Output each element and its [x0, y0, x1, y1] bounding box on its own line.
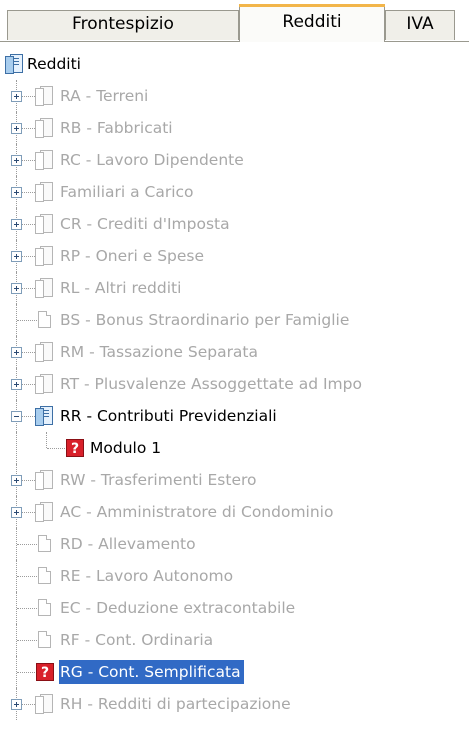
- tree-item-rt[interactable]: RT - Plusvalenze Assoggettate ad Impo: [0, 368, 469, 400]
- tree-item-rw[interactable]: RW - Trasferimenti Estero: [0, 464, 469, 496]
- tree-item-re[interactable]: RE - Lavoro Autonomo: [0, 560, 469, 592]
- tree-item-label: EC - Deduzione extracontabile: [60, 599, 296, 617]
- tree-item-bs[interactable]: BS - Bonus Straordinario per Famiglie: [0, 304, 469, 336]
- tab-frontespizio[interactable]: Frontespizio: [7, 10, 239, 40]
- book-closed-icon: [35, 470, 53, 490]
- tree-item-ra[interactable]: RA - Terreni: [0, 80, 469, 112]
- tree-item-familiari[interactable]: Familiari a Carico: [0, 176, 469, 208]
- tree-item-rh[interactable]: RH - Redditi di partecipazione: [0, 688, 469, 720]
- tree-item-ac[interactable]: AC - Amministratore di Condominio: [0, 496, 469, 528]
- book-closed-icon: [35, 374, 53, 394]
- tree-item-label: RF - Cont. Ordinaria: [60, 631, 214, 649]
- document-icon: [38, 311, 51, 328]
- tree-item-label: RD - Allevamento: [60, 535, 196, 553]
- tree-item-label: RW - Trasferimenti Estero: [60, 471, 257, 489]
- tree-item-label: Modulo 1: [90, 439, 162, 457]
- tree-connector: [46, 432, 47, 448]
- collapse-minus-icon[interactable]: [11, 411, 22, 422]
- expand-plus-icon[interactable]: [11, 251, 22, 262]
- tree-item-label: BS - Bonus Straordinario per Famiglie: [60, 311, 350, 329]
- document-icon: [38, 567, 51, 584]
- book-closed-icon: [35, 150, 53, 170]
- tree-item-label: RP - Oneri e Spese: [60, 247, 205, 265]
- tree-connector: [17, 640, 37, 641]
- book-closed-icon: [35, 214, 53, 234]
- document-icon: [38, 535, 51, 552]
- expand-plus-icon[interactable]: [11, 123, 22, 134]
- tree-connector: [17, 544, 37, 545]
- book-closed-icon: [35, 278, 53, 298]
- book-open-icon: [35, 406, 53, 426]
- tree-connector: [17, 320, 37, 321]
- help-icon: ?: [66, 439, 84, 457]
- tree-item-rl[interactable]: RL - Altri redditi: [0, 272, 469, 304]
- tree-item-ec[interactable]: EC - Deduzione extracontabile: [0, 592, 469, 624]
- tree-root[interactable]: Redditi: [0, 48, 469, 80]
- tree-item-rg[interactable]: ? RG - Cont. Semplificata: [0, 656, 469, 688]
- tree-item-label: RE - Lavoro Autonomo: [60, 567, 234, 585]
- tab-strip: Frontespizio Redditi IVA: [0, 0, 469, 48]
- tree-connector: [17, 576, 37, 577]
- tree-item-cr[interactable]: CR - Crediti d'Imposta: [0, 208, 469, 240]
- document-icon: [38, 599, 51, 616]
- book-closed-icon: [35, 246, 53, 266]
- expand-plus-icon[interactable]: [11, 379, 22, 390]
- expand-plus-icon[interactable]: [11, 475, 22, 486]
- tab-strip-border: [0, 41, 469, 42]
- tree-item-label: RA - Terreni: [60, 87, 149, 105]
- tree-view[interactable]: Redditi RA - Terreni RB - Fabbricati RC …: [0, 48, 469, 736]
- tab-iva[interactable]: IVA: [385, 10, 455, 40]
- tree-item-rc[interactable]: RC - Lavoro Dipendente: [0, 144, 469, 176]
- book-closed-icon: [35, 118, 53, 138]
- tree-item-rr[interactable]: RR - Contributi Previdenziali: [0, 400, 469, 432]
- book-closed-icon: [35, 694, 53, 714]
- tree-item-label: RT - Plusvalenze Assoggettate ad Impo: [60, 375, 362, 393]
- book-closed-icon: [35, 86, 53, 106]
- expand-plus-icon[interactable]: [11, 699, 22, 710]
- expand-plus-icon[interactable]: [11, 219, 22, 230]
- tab-redditi[interactable]: Redditi: [239, 4, 385, 42]
- tree-item-label: RM - Tassazione Separata: [60, 343, 259, 361]
- tree-item-rb[interactable]: RB - Fabbricati: [0, 112, 469, 144]
- expand-plus-icon[interactable]: [11, 507, 22, 518]
- tree-connector: [47, 448, 65, 449]
- tree-connector: [17, 608, 37, 609]
- tree-item-rd[interactable]: RD - Allevamento: [0, 528, 469, 560]
- expand-plus-icon[interactable]: [11, 347, 22, 358]
- tree-item-rp[interactable]: RP - Oneri e Spese: [0, 240, 469, 272]
- help-icon: ?: [36, 663, 54, 681]
- book-closed-icon: [35, 502, 53, 522]
- tree-connector: [17, 672, 37, 673]
- expand-plus-icon[interactable]: [11, 155, 22, 166]
- tree-item-label: CR - Crediti d'Imposta: [60, 215, 230, 233]
- book-open-icon: [5, 54, 23, 74]
- book-closed-icon: [35, 342, 53, 362]
- tree-item-label: RH - Redditi di partecipazione: [60, 695, 291, 713]
- expand-plus-icon[interactable]: [11, 283, 22, 294]
- tree-item-label: RB - Fabbricati: [60, 119, 173, 137]
- tree-root-label: Redditi: [27, 55, 81, 73]
- tree-item-rf[interactable]: RF - Cont. Ordinaria: [0, 624, 469, 656]
- expand-plus-icon[interactable]: [11, 187, 22, 198]
- tree-item-label: RR - Contributi Previdenziali: [60, 407, 277, 425]
- tree-connector: [16, 432, 17, 464]
- book-closed-icon: [35, 182, 53, 202]
- tree-item-label: RC - Lavoro Dipendente: [60, 151, 244, 169]
- expand-plus-icon[interactable]: [11, 91, 22, 102]
- document-icon: [38, 631, 51, 648]
- tree-item-label: RL - Altri redditi: [60, 279, 182, 297]
- tree-item-label-selected: RG - Cont. Semplificata: [59, 660, 244, 684]
- tree-item-modulo-1[interactable]: ? Modulo 1: [0, 432, 469, 464]
- tree-item-label: AC - Amministratore di Condominio: [60, 503, 334, 521]
- tree-item-rm[interactable]: RM - Tassazione Separata: [0, 336, 469, 368]
- tree-item-label: Familiari a Carico: [60, 183, 194, 201]
